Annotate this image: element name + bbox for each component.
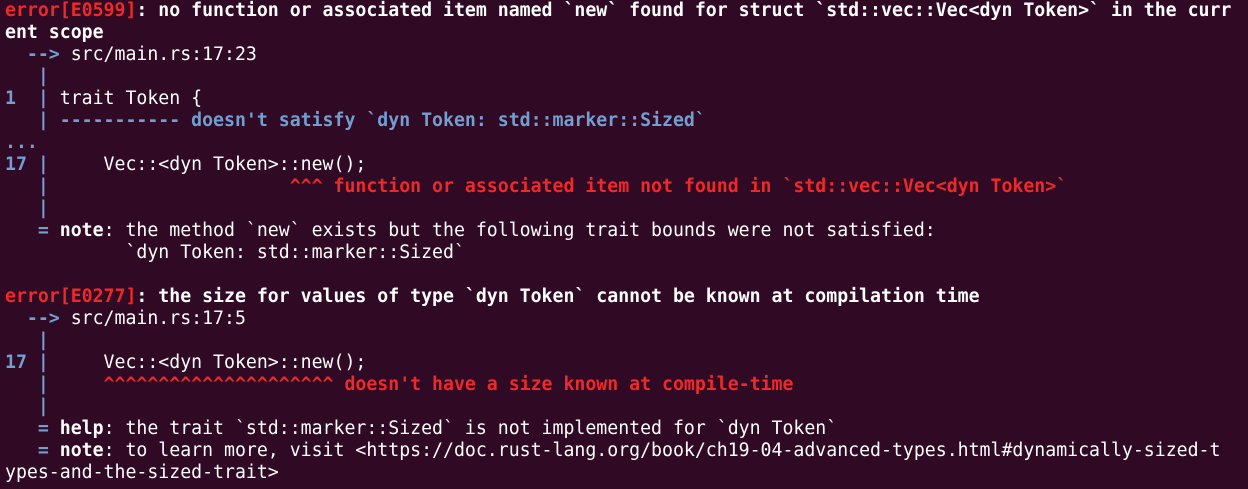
terminal-text-segment: =: [5, 418, 60, 439]
terminal-text-segment: help: [59, 418, 104, 439]
terminal-text-segment: : no function or associated item named `…: [136, 0, 1232, 21]
terminal-output[interactable]: error[E0599]: no function or associated …: [0, 0, 1248, 484]
terminal-text-segment: |: [5, 66, 49, 87]
terminal-text-segment: `dyn Token: std::marker::Sized`: [5, 242, 465, 263]
terminal-text-segment: : the size for values of type `dyn Token…: [136, 286, 980, 307]
terminal-text-segment: trait Token {: [48, 88, 203, 109]
terminal-text-segment: -->: [5, 44, 71, 65]
terminal-text-segment: |: [5, 198, 49, 219]
terminal-text-segment: =: [5, 220, 60, 241]
terminal-line: |: [5, 66, 1248, 88]
terminal-line: |: [5, 198, 1248, 220]
terminal-text-segment: |: [5, 396, 49, 417]
terminal-line: | ^^^^^^^^^^^^^^^^^^^^^ doesn't have a s…: [5, 374, 1248, 396]
terminal-text-segment: 17 |: [5, 352, 49, 373]
terminal-line: error[E0277]: the size for values of typ…: [5, 286, 1248, 308]
terminal-line: |: [5, 330, 1248, 352]
terminal-text-segment: note: [59, 220, 104, 241]
terminal-line: error[E0599]: no function or associated …: [5, 0, 1248, 22]
terminal-text-segment: ^^^^^^^^^^^^^^^^^^^^^ doesn't have a siz…: [48, 374, 794, 395]
terminal-line: | ^^^ function or associated item not fo…: [5, 176, 1248, 198]
terminal-text-segment: ypes-and-the-sized-trait>: [5, 462, 279, 483]
terminal-line: | ----------- doesn't satisfy `dyn Token…: [5, 110, 1248, 132]
terminal-line: 17 | Vec::<dyn Token>::new();: [5, 352, 1248, 374]
terminal-line: ypes-and-the-sized-trait>: [5, 462, 1248, 484]
terminal-text-segment: ^^^ function or associated item not foun…: [48, 176, 1068, 197]
terminal-line: 1 | trait Token {: [5, 88, 1248, 110]
terminal-text-segment: -->: [5, 308, 71, 329]
terminal-text-segment: |: [5, 330, 49, 351]
terminal-text-segment: src/main.rs:17:23: [70, 44, 257, 65]
terminal-line: = note: to learn more, visit <https://do…: [5, 440, 1248, 462]
terminal-text-segment: : the method `new` exists but the follow…: [103, 220, 936, 241]
terminal-text-segment: error[E0599]: [5, 0, 137, 21]
terminal-text-segment: error[E0277]: [5, 286, 137, 307]
terminal-text-segment: | ----------- doesn't satisfy `dyn Token…: [5, 110, 706, 131]
terminal-text-segment: Vec::<dyn Token>::new();: [48, 154, 367, 175]
terminal-text-segment: |: [5, 176, 49, 197]
terminal-text-segment: note: [59, 440, 104, 461]
terminal-text-segment: ent scope: [5, 22, 104, 43]
terminal-text-segment: |: [5, 374, 49, 395]
terminal-line: 17 | Vec::<dyn Token>::new();: [5, 154, 1248, 176]
terminal-text-segment: ...: [5, 132, 38, 153]
terminal-line: ...: [5, 132, 1248, 154]
terminal-text-segment: 1 |: [5, 88, 49, 109]
terminal-text-segment: src/main.rs:17:5: [70, 308, 246, 329]
terminal-line: --> src/main.rs:17:23: [5, 44, 1248, 66]
terminal-text-segment: 17 |: [5, 154, 49, 175]
terminal-line: = help: the trait `std::marker::Sized` i…: [5, 418, 1248, 440]
terminal-line: `dyn Token: std::marker::Sized`: [5, 242, 1248, 264]
terminal-line: ent scope: [5, 22, 1248, 44]
terminal-line: |: [5, 396, 1248, 418]
terminal-text-segment: : the trait `std::marker::Sized` is not …: [103, 418, 838, 439]
terminal-text-segment: Vec::<dyn Token>::new();: [48, 352, 367, 373]
terminal-text-segment: : to learn more, visit <https://doc.rust…: [103, 440, 1221, 461]
terminal-line: = note: the method `new` exists but the …: [5, 220, 1248, 242]
terminal-text-segment: =: [5, 440, 60, 461]
terminal-line: --> src/main.rs:17:5: [5, 308, 1248, 330]
